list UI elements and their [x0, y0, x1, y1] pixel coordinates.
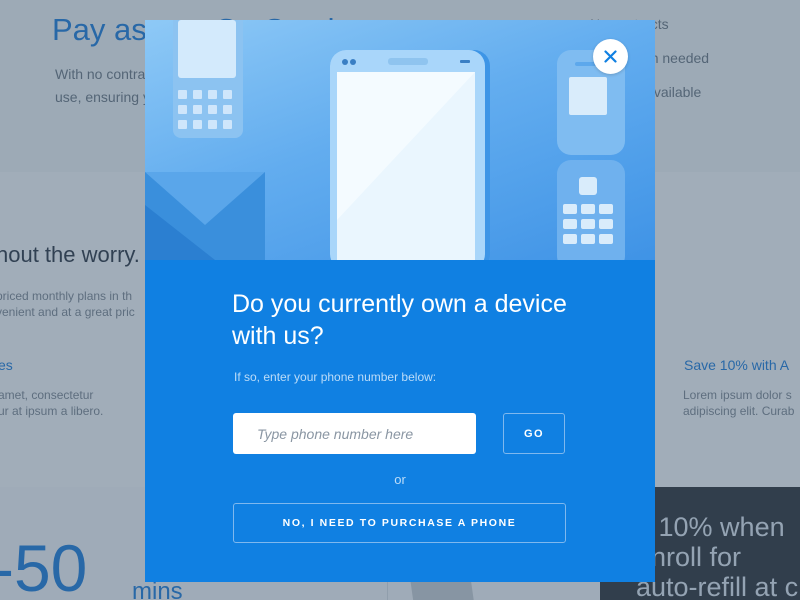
devices-illustration-svg	[145, 20, 625, 260]
modal-title: Do you currently own a device with us?	[232, 290, 567, 350]
devices-illustration	[145, 20, 655, 260]
modal-subtitle: If so, enter your phone number below:	[234, 370, 437, 384]
flip-phone-icon	[557, 50, 625, 260]
or-separator: or	[145, 472, 655, 487]
package-icon	[145, 172, 265, 260]
phone-number-input[interactable]	[233, 413, 476, 454]
close-icon	[604, 50, 617, 63]
device-modal: Do you currently own a device with us? I…	[145, 20, 655, 582]
go-button[interactable]: GO	[503, 413, 565, 454]
keypad-phone-icon	[173, 20, 243, 138]
purchase-phone-button[interactable]: NO, I NEED TO PURCHASE A PHONE	[233, 503, 566, 543]
or-label: or	[394, 472, 406, 487]
smartphone-icon	[330, 50, 490, 260]
close-button[interactable]	[593, 39, 628, 74]
